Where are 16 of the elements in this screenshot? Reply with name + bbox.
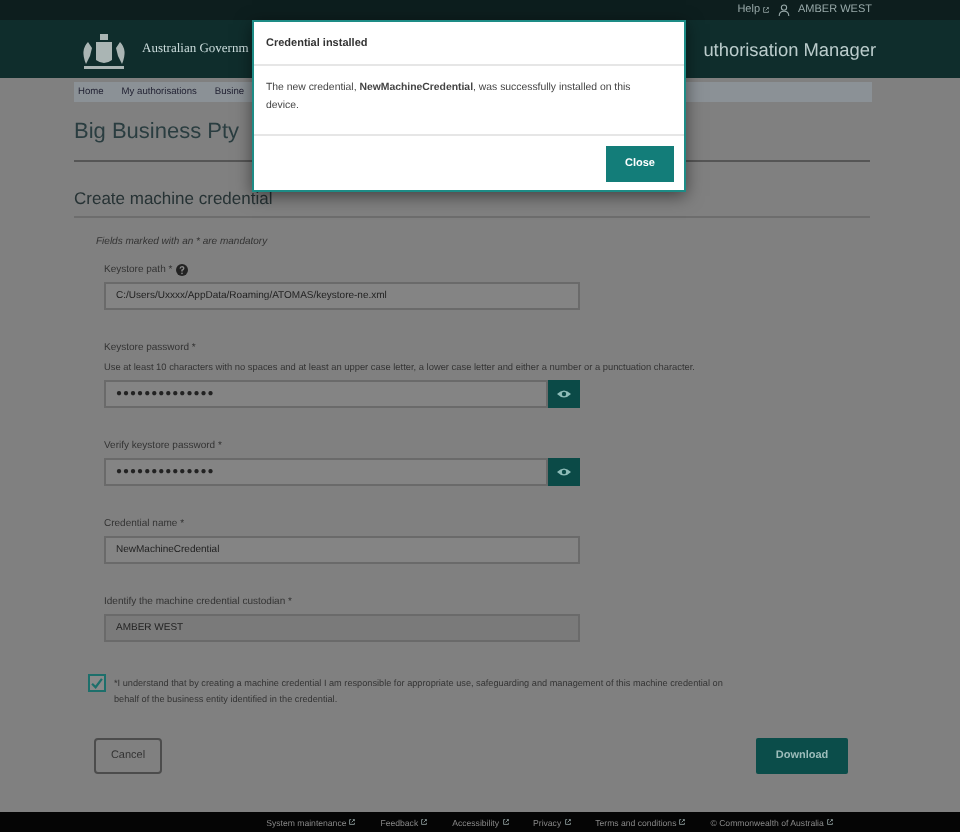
- show-password-button[interactable]: [548, 458, 580, 486]
- external-link-icon: [348, 818, 357, 826]
- help-icon[interactable]: [176, 264, 189, 276]
- external-link-icon: [762, 6, 771, 14]
- external-link-icon: [501, 818, 510, 826]
- checkbox[interactable]: [88, 674, 106, 692]
- external-link-icon: [678, 818, 687, 826]
- external-link-icon: [420, 818, 429, 826]
- show-password-button[interactable]: [548, 380, 580, 408]
- external-link-icon: [825, 818, 834, 826]
- app-title: uthorisation Manager: [703, 39, 876, 59]
- external-link-icon: [563, 818, 572, 826]
- user-icon: [778, 4, 791, 16]
- eye-icon: [556, 466, 572, 478]
- check-icon: [90, 676, 104, 690]
- eye-icon: [556, 388, 572, 400]
